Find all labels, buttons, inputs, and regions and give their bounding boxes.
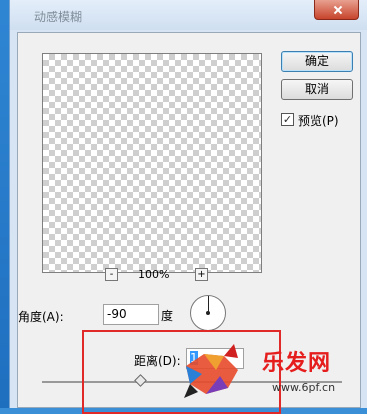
angle-label: 角度(A): (18, 310, 64, 324)
angle-dial[interactable] (190, 295, 226, 331)
preview-checkbox-label[interactable]: 预览(P) (298, 112, 339, 129)
angle-dial-center (206, 311, 210, 315)
preview-checkbox[interactable]: ✓ (281, 113, 294, 126)
zoom-in-button[interactable]: + (195, 268, 208, 281)
title-bar[interactable]: 动感模糊 (10, 0, 367, 30)
close-button[interactable] (314, 0, 359, 20)
desktop-edge (0, 0, 9, 408)
angle-unit: 度 (161, 309, 174, 323)
watermark-brand: 乐发网 (262, 350, 332, 376)
angle-input[interactable]: -90 (103, 304, 159, 325)
dialog-title: 动感模糊 (34, 10, 83, 24)
ok-button[interactable]: 确定 (281, 51, 353, 72)
zoom-out-button[interactable]: - (105, 268, 118, 281)
zoom-level: 100% (138, 268, 170, 281)
cancel-button[interactable]: 取消 (281, 79, 353, 100)
watermark-url: www.6pf.cn (272, 381, 336, 394)
preview-canvas[interactable] (42, 53, 262, 273)
